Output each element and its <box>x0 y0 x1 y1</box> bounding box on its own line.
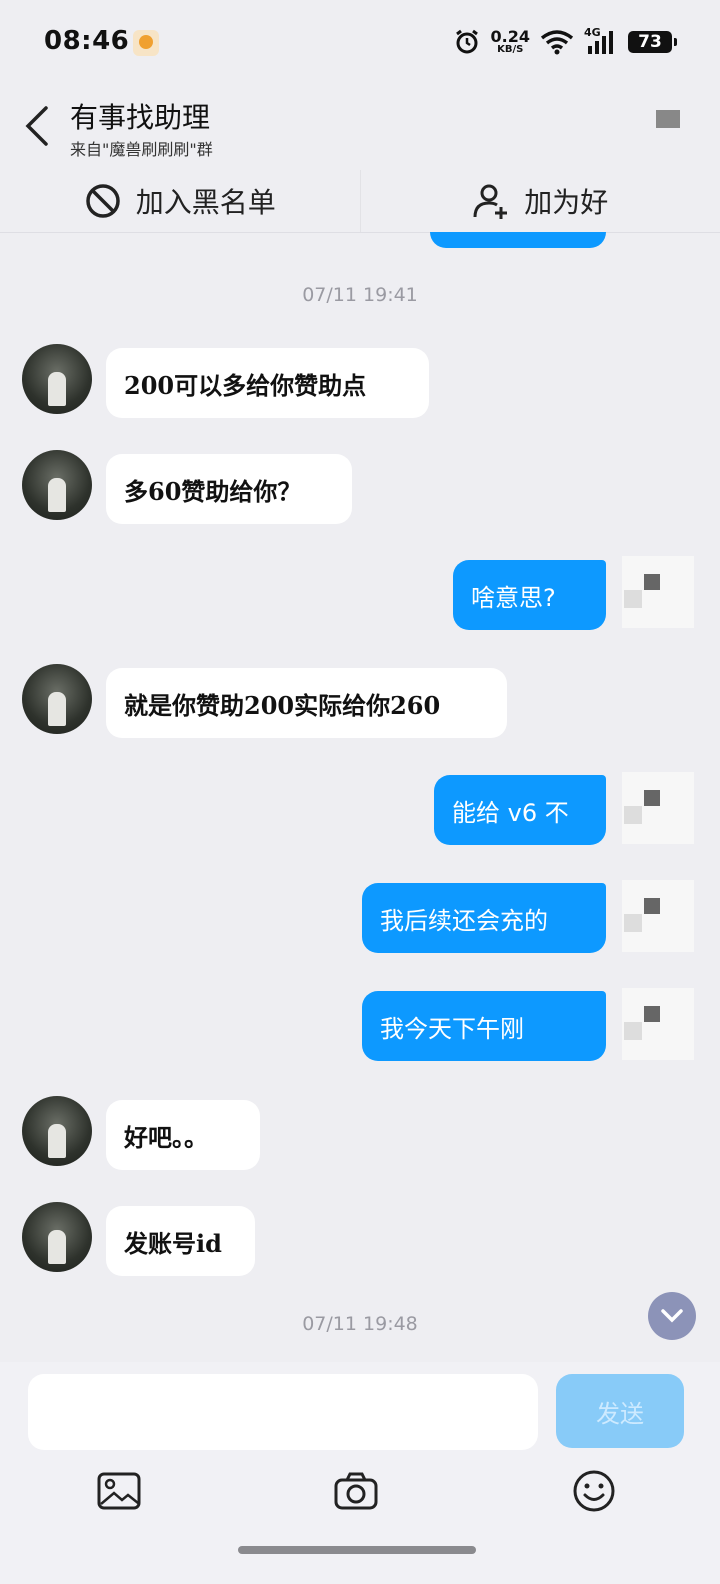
alarm-icon <box>455 29 478 54</box>
message-bubble[interactable]: 我后续还会充的 <box>362 883 606 953</box>
app-notification-icon <box>133 30 159 56</box>
message-bubble[interactable]: 就是你赞助200实际给你260 <box>106 668 507 738</box>
contact-avatar[interactable] <box>22 1202 92 1272</box>
message-bubble-partial <box>430 232 606 248</box>
my-avatar[interactable] <box>622 772 694 844</box>
my-avatar[interactable] <box>622 880 694 952</box>
camera-icon <box>334 1472 378 1510</box>
message-list[interactable]: 07/11 19:41 200可以多给你赞助点 多60赞助给你？ 啥意思? 就是… <box>0 232 720 1362</box>
home-indicator[interactable] <box>238 1546 476 1554</box>
wifi-icon <box>540 30 574 55</box>
chat-header: 有事找助理 来自"魔兽刷刷刷"群 <box>0 84 720 170</box>
battery-indicator: 73 <box>628 31 677 53</box>
contact-avatar[interactable] <box>22 664 92 734</box>
status-bar: 08:46 0.24 KB/S 4G 73 <box>0 0 720 84</box>
message-bubble[interactable]: 能给 v6 不 <box>434 775 606 845</box>
emoji-icon <box>573 1470 615 1512</box>
blacklist-label: 加入黑名单 <box>135 186 276 219</box>
message-bubble[interactable]: 啥意思? <box>453 560 606 630</box>
cellular-signal-icon: 4G <box>584 26 618 56</box>
scroll-down-icon <box>661 1309 683 1323</box>
contact-avatar[interactable] <box>22 1096 92 1166</box>
camera-button[interactable] <box>331 1466 381 1516</box>
status-time: 08:46 <box>44 26 130 56</box>
scroll-to-bottom-button[interactable] <box>648 1292 696 1340</box>
net-speed: 0.24 KB/S <box>490 27 530 55</box>
block-icon <box>85 184 120 218</box>
action-bar: 加入黑名单 加为好 <box>0 170 720 233</box>
add-user-icon <box>473 184 508 219</box>
status-icons: 0.24 KB/S 4G 73 <box>453 24 677 60</box>
message-bubble[interactable]: 200可以多给你赞助点 <box>106 348 429 418</box>
message-bubble[interactable]: 发账号id <box>106 1206 255 1276</box>
message-bubble[interactable]: 好吧。。 <box>106 1100 260 1170</box>
contact-avatar[interactable] <box>22 450 92 520</box>
contact-avatar[interactable] <box>22 344 92 414</box>
message-input[interactable] <box>28 1374 538 1450</box>
image-icon <box>97 1472 141 1510</box>
more-icon[interactable] <box>656 110 680 128</box>
blacklist-button[interactable]: 加入黑名单 <box>0 170 360 232</box>
my-avatar[interactable] <box>622 988 694 1060</box>
back-icon <box>25 106 48 146</box>
message-bubble[interactable]: 我今天下午刚 <box>362 991 606 1061</box>
message-bubble[interactable]: 多60赞助给你？ <box>106 454 352 524</box>
send-button[interactable]: 发送 <box>556 1374 684 1448</box>
my-avatar[interactable] <box>622 556 694 628</box>
image-button[interactable] <box>94 1466 144 1516</box>
back-button[interactable] <box>20 104 56 148</box>
chat-subtitle: 来自"魔兽刷刷刷"群 <box>70 140 213 159</box>
timestamp: 07/11 19:48 <box>302 1313 418 1335</box>
add-friend-label: 加为好 <box>524 186 609 219</box>
add-friend-button[interactable]: 加为好 <box>359 170 720 232</box>
chat-title: 有事找助理 <box>70 101 211 134</box>
timestamp: 07/11 19:41 <box>302 284 418 306</box>
emoji-button[interactable] <box>569 1466 619 1516</box>
